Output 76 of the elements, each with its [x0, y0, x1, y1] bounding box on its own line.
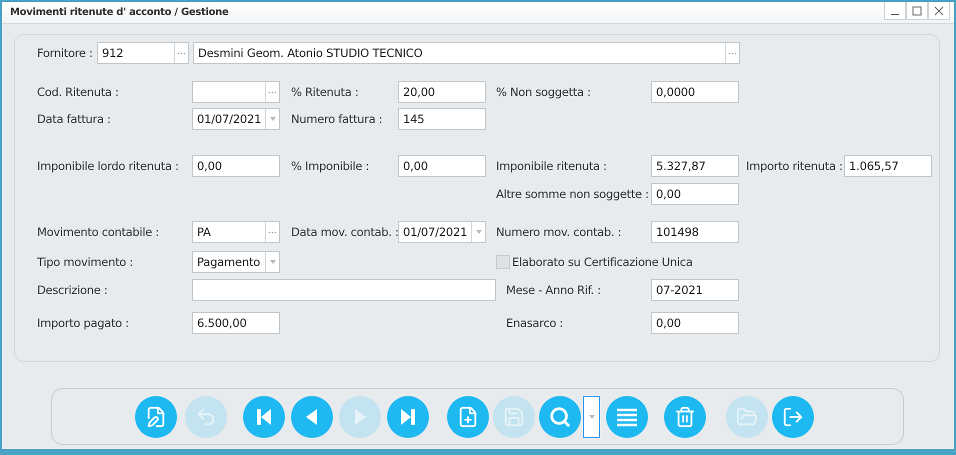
- delete-button[interactable]: [664, 396, 706, 438]
- field-label: % Imponibile :: [291, 159, 370, 173]
- field-label: % Non soggetta :: [496, 85, 592, 99]
- ellipsis-icon[interactable]: [268, 90, 277, 94]
- ellipsis-icon[interactable]: [268, 230, 277, 234]
- field-label: Enasarco :: [505, 316, 564, 330]
- input-field[interactable]: 101498: [651, 221, 739, 243]
- date-field[interactable]: 01/07/2021: [192, 108, 280, 130]
- document-plus-icon: [457, 406, 479, 428]
- input-field[interactable]: 07-2021: [651, 279, 739, 301]
- field-label: Importo pagato :: [37, 316, 130, 330]
- save-icon: [503, 406, 525, 428]
- close-icon: [934, 6, 944, 16]
- list-icon: [615, 406, 639, 426]
- input-field[interactable]: 0,0000: [651, 81, 739, 103]
- first-button[interactable]: [243, 396, 285, 438]
- input-field[interactable]: 20,00: [398, 81, 486, 103]
- exit-button[interactable]: [772, 396, 814, 438]
- input-field[interactable]: 0,00: [651, 183, 739, 205]
- last-icon: [398, 406, 418, 426]
- trash-icon: [674, 406, 696, 428]
- field-label: Movimento contabile :: [37, 225, 160, 239]
- new-button[interactable]: [447, 396, 489, 438]
- input-field[interactable]: 0,00: [192, 155, 280, 177]
- close-button[interactable]: [928, 2, 950, 20]
- search-icon: [549, 406, 571, 428]
- lookup-field[interactable]: Desmini Geom. Atonio STUDIO TECNICO: [193, 42, 740, 64]
- field-label: Imponibile ritenuta :: [496, 159, 608, 173]
- last-button[interactable]: [387, 396, 429, 438]
- field-label: Importo ritenuta :: [746, 159, 844, 173]
- list-button[interactable]: [606, 396, 648, 438]
- dropdown-button[interactable]: [583, 396, 600, 438]
- input-field[interactable]: 145: [398, 108, 486, 130]
- folder-icon: [736, 406, 758, 428]
- document-pen-icon: [145, 406, 167, 428]
- edit-button[interactable]: [135, 396, 177, 438]
- first-icon: [254, 406, 274, 426]
- lookup-field[interactable]: PA: [192, 221, 280, 243]
- input-field[interactable]: 0,00: [651, 312, 739, 334]
- caret-icon[interactable]: [270, 260, 276, 264]
- field-label: Tipo movimento :: [37, 255, 134, 269]
- field-label: Imponibile lordo ritenuta :: [37, 159, 180, 173]
- field-label: Data mov. contab. :: [291, 225, 398, 239]
- exit-icon: [782, 406, 804, 428]
- field-label: Altre somme non soggette :: [496, 187, 650, 201]
- field-label: Descrizione :: [37, 283, 108, 297]
- undo-icon: [195, 406, 217, 428]
- minimize-icon: [891, 14, 899, 15]
- lookup-field[interactable]: [192, 81, 280, 103]
- maximize-button[interactable]: [906, 2, 928, 20]
- date-field[interactable]: 01/07/2021: [398, 221, 486, 243]
- ellipsis-icon[interactable]: [177, 52, 186, 54]
- dropdown-field[interactable]: Pagamento: [192, 251, 280, 273]
- field-label: Numero mov. contab. :: [496, 225, 622, 239]
- input-field[interactable]: [192, 279, 496, 301]
- input-field[interactable]: 0,00: [398, 155, 486, 177]
- field-label: Fornitore :: [37, 46, 94, 60]
- checkbox-label: Elaborato su Certificazione Unica: [512, 255, 693, 269]
- lookup-field[interactable]: 912: [97, 42, 189, 64]
- input-field[interactable]: 6.500,00: [192, 312, 280, 334]
- search-button[interactable]: [539, 396, 581, 438]
- caret-icon[interactable]: [588, 414, 594, 418]
- caret-icon[interactable]: [270, 117, 276, 121]
- input-field[interactable]: 1.065,57: [844, 155, 932, 177]
- field-label: Cod. Ritenuta :: [37, 85, 120, 99]
- field-label: Numero fattura :: [291, 112, 384, 126]
- previous-button[interactable]: [291, 396, 333, 438]
- checkbox[interactable]: [496, 255, 510, 269]
- ellipsis-icon[interactable]: [728, 52, 737, 54]
- field-label: Data fattura :: [37, 112, 112, 126]
- field-label: Mese - Anno Rif. :: [505, 283, 602, 297]
- window-title: Movimenti ritenute d' acconto / Gestione: [10, 7, 228, 18]
- input-field[interactable]: 5.327,87: [651, 155, 739, 177]
- maximize-icon: [912, 6, 922, 16]
- field-label: % Ritenuta :: [291, 85, 360, 99]
- caret-icon[interactable]: [476, 230, 482, 234]
